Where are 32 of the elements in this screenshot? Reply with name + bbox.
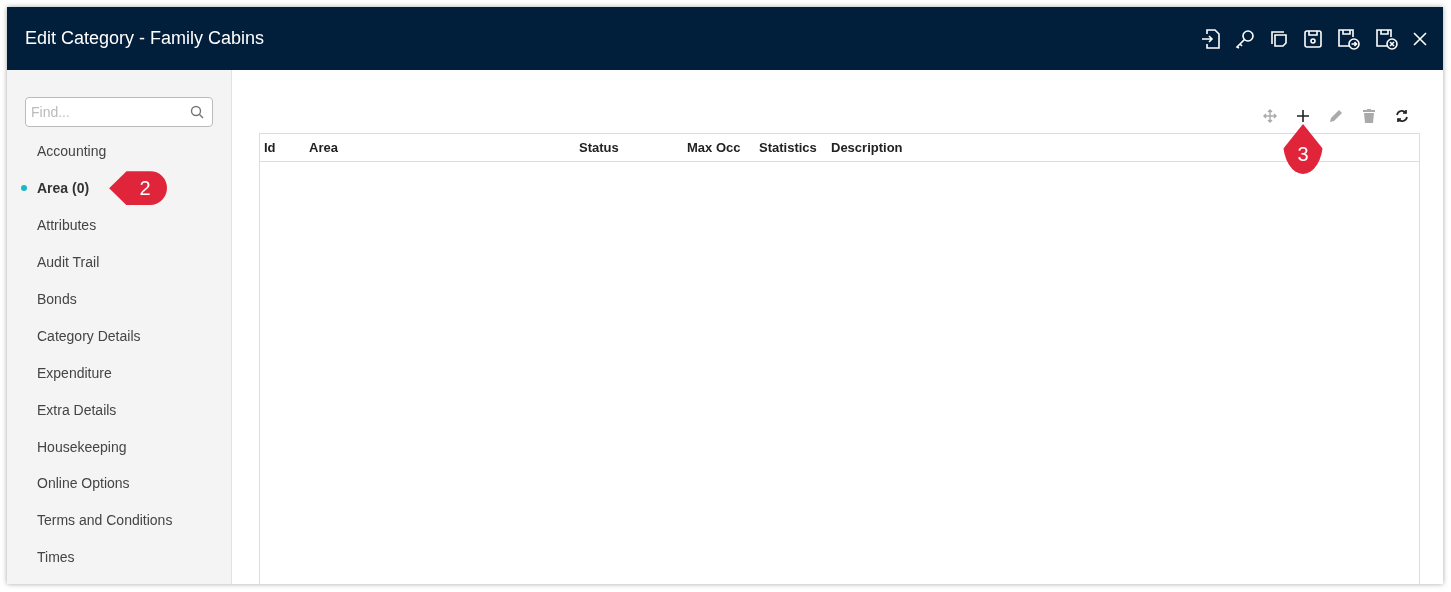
add-icon[interactable] [1297, 110, 1309, 122]
copy-icon[interactable] [1269, 28, 1289, 49]
column-header[interactable]: Max Occ [687, 140, 741, 155]
sidebar-item[interactable]: Bonds [37, 291, 77, 307]
column-header[interactable]: Description [831, 140, 903, 155]
search-field[interactable]: Find... [25, 97, 213, 127]
column-header[interactable]: Id [264, 140, 276, 155]
close-icon[interactable] [1413, 31, 1427, 46]
column-header[interactable]: Area [309, 140, 338, 155]
column-header[interactable]: Status [579, 140, 619, 155]
sidebar-item[interactable]: Online Options [37, 475, 130, 492]
save-and-forward-icon[interactable] [1337, 27, 1361, 50]
sidebar-item[interactable]: Terms and Conditions [37, 512, 173, 529]
sidebar-item[interactable]: Expenditure [37, 364, 112, 381]
search-icon [190, 105, 204, 119]
sidebar-item[interactable]: Times [37, 549, 75, 566]
sidebar-item[interactable]: Extra Details [37, 401, 117, 418]
sidebar-item[interactable]: Attributes [37, 217, 97, 234]
sidebar-item[interactable]: Housekeeping [37, 438, 127, 455]
sidebar-item[interactable]: Accounting [37, 143, 107, 160]
callout-marker: 3 [1283, 124, 1323, 174]
key-icon[interactable] [1235, 28, 1255, 49]
sidebar-item[interactable]: Area (0) [37, 180, 90, 197]
sidebar-item[interactable]: Category Details [37, 327, 141, 344]
save-icon[interactable] [1303, 28, 1323, 49]
callout-marker: 2 [109, 171, 168, 206]
sidebar-item[interactable]: Audit Trail [37, 254, 100, 271]
window-title: Edit Category - Family Cabins [25, 28, 265, 49]
refresh-icon[interactable] [1395, 109, 1409, 123]
save-and-close-icon[interactable] [1375, 27, 1399, 50]
column-header[interactable]: Statistics [759, 140, 817, 155]
sign-in-icon[interactable] [1201, 27, 1221, 50]
